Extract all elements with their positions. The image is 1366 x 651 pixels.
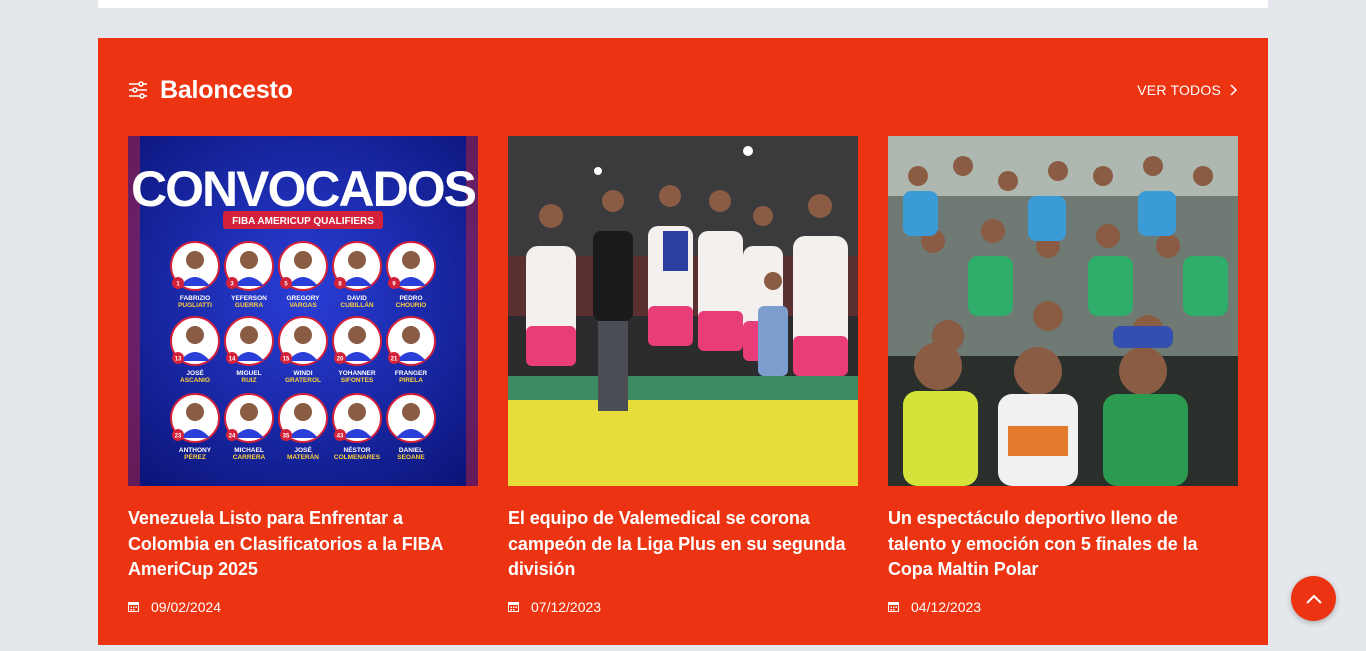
- calendar-icon: [128, 602, 139, 612]
- view-all-label: VER TODOS: [1137, 82, 1221, 98]
- poster-player-number: 23: [175, 434, 182, 440]
- poster-players: 1FABRIZIOPUGLIATTI3YEFERSONGUERRA5GREGOR…: [170, 241, 436, 461]
- article-thumbnail-kids-crowd[interactable]: [888, 136, 1238, 486]
- poster-player-name: FABRIZIO: [180, 295, 210, 302]
- poster-player-number: 21: [391, 357, 398, 363]
- poster-player-number: 35: [283, 434, 290, 440]
- poster-player-surname: RUIZ: [241, 377, 256, 384]
- poster-player-surname: MATERÁN: [287, 452, 319, 461]
- article-thumbnail-team-photo[interactable]: [508, 136, 858, 486]
- poster-player-surname: PÉREZ: [184, 452, 206, 461]
- article-date: 04/12/2023: [911, 598, 982, 615]
- poster-player-surname: COLMENARES: [334, 454, 381, 461]
- poster-player-name: JOSÉ: [294, 445, 312, 454]
- poster-player-surname: GRATEROL: [285, 377, 321, 384]
- poster-player-name: YOHANNER: [338, 370, 376, 377]
- poster-player: 20 YOHANNERSIFONTES: [332, 316, 382, 384]
- basketball-section: Baloncesto VER TODOS CONVOCADOS FIBA AME…: [98, 38, 1268, 645]
- poster-player-name: JOSÉ: [186, 368, 204, 377]
- poster-player-surname: ASCANIO: [180, 377, 210, 384]
- poster-headline: CONVOCADOS: [131, 161, 476, 217]
- poster-player-name: FRANGER: [395, 370, 427, 377]
- poster-player-number: 43: [337, 434, 344, 440]
- poster-player-surname: SIFONTES: [341, 377, 374, 384]
- article-meta: 09/02/2024: [128, 599, 478, 615]
- article-title[interactable]: El equipo de Valemedical se corona campe…: [508, 506, 858, 583]
- poster-player-surname: VARGAS: [289, 302, 317, 309]
- chevron-right-icon: [1230, 84, 1238, 96]
- poster-player-surname: GUERRA: [235, 302, 263, 309]
- poster-player-name: YEFERSON: [231, 295, 267, 302]
- poster-player-name: NÉSTOR: [344, 445, 371, 454]
- poster-player-name: MIGUEL: [236, 370, 261, 377]
- poster-player-number: 15: [283, 357, 290, 363]
- poster-player-number: 13: [175, 357, 182, 363]
- section-title-group: Baloncesto: [128, 76, 293, 105]
- poster-player-surname: PUGLIATTI: [178, 302, 212, 309]
- article-card[interactable]: El equipo de Valemedical se corona campe…: [508, 136, 858, 615]
- poster-player-surname: CHOURIO: [396, 302, 427, 309]
- poster-player-name: PEDRO: [399, 295, 422, 302]
- article-meta: 07/12/2023: [508, 599, 858, 615]
- poster-player-surname: CUBILLÁN: [340, 300, 374, 309]
- chevron-up-icon: [1305, 594, 1322, 604]
- team-celebration-photo: [508, 136, 858, 486]
- section-title: Baloncesto: [160, 75, 293, 104]
- poster-player-surname: PIRELA: [399, 377, 423, 384]
- article-grid: CONVOCADOS FIBA AMERICUP QUALIFIERS 1 FAB…: [128, 136, 1238, 615]
- poster-player-surname: SEOANE: [397, 454, 425, 461]
- poster-player: 3YEFERSONGUERRA: [224, 241, 274, 309]
- poster-banner: FIBA AMERICUP QUALIFIERS: [232, 216, 374, 227]
- scroll-to-top-button[interactable]: [1291, 576, 1336, 621]
- calendar-icon: [888, 602, 899, 612]
- poster-player-surname: CARRERA: [233, 454, 266, 461]
- poster-player-number: 14: [229, 357, 236, 363]
- article-title[interactable]: Un espectáculo deportivo lleno de talent…: [888, 506, 1238, 583]
- article-meta: 04/12/2023: [888, 599, 1238, 615]
- poster-player-name: GREGORY: [287, 295, 321, 302]
- calendar-icon: [508, 602, 519, 612]
- convocados-poster-image: CONVOCADOS FIBA AMERICUP QUALIFIERS 1FAB…: [128, 136, 478, 486]
- poster-player-name: WINDI: [293, 370, 312, 377]
- view-all-link[interactable]: VER TODOS: [1137, 82, 1238, 98]
- previous-section-card: [98, 0, 1268, 8]
- article-date: 07/12/2023: [531, 598, 602, 615]
- section-header: Baloncesto VER TODOS: [128, 74, 1238, 106]
- poster-player-name: ANTHONY: [179, 447, 212, 454]
- article-date: 09/02/2024: [151, 598, 222, 615]
- poster-player-number: 20: [337, 357, 344, 363]
- poster-player-name: DAVID: [347, 295, 367, 302]
- sliders-icon: [129, 81, 147, 99]
- article-card[interactable]: CONVOCADOS FIBA AMERICUP QUALIFIERS 1 FAB…: [128, 136, 478, 615]
- poster-player-name: MICHAEL: [234, 447, 264, 454]
- kids-crowd-photo: [888, 136, 1238, 486]
- poster-player-name: DANIEL: [399, 447, 423, 454]
- article-card[interactable]: Un espectáculo deportivo lleno de talent…: [888, 136, 1238, 615]
- article-title[interactable]: Venezuela Listo para Enfrentar a Colombi…: [128, 506, 478, 583]
- poster-player-number: 24: [229, 434, 236, 440]
- article-thumbnail-convocados[interactable]: CONVOCADOS FIBA AMERICUP QUALIFIERS 1 FAB…: [128, 136, 478, 486]
